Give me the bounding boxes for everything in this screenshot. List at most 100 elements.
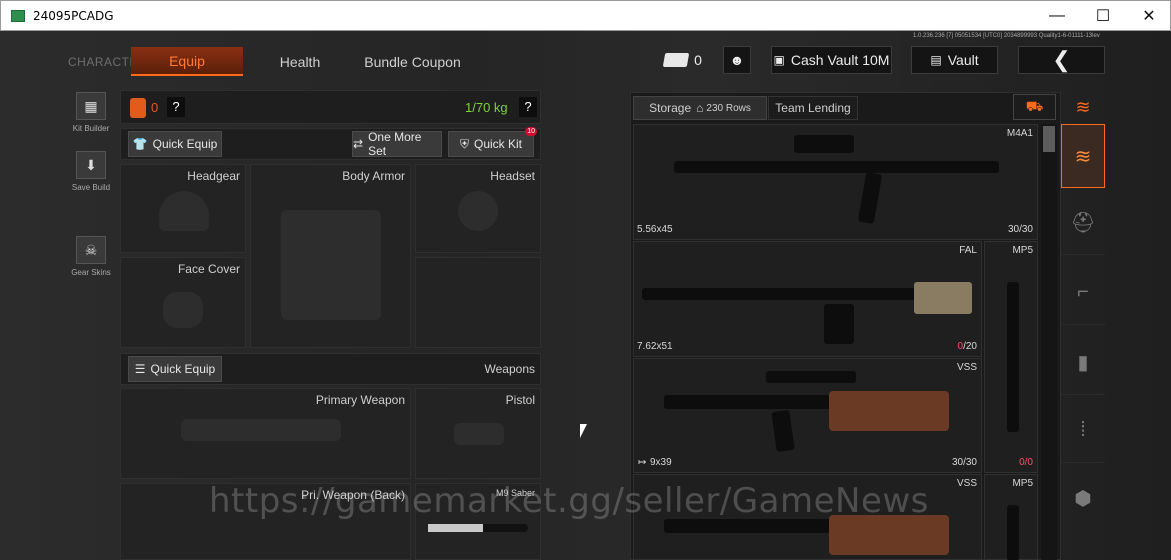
back-button[interactable]: ❮ xyxy=(1018,46,1105,74)
fal-stock-image xyxy=(914,282,972,314)
quick-equip-button[interactable]: 👕 Quick Equip xyxy=(128,131,222,157)
weapons-label: Weapons xyxy=(484,362,535,376)
storage-label: Storage xyxy=(649,101,692,115)
gas-mask-icon xyxy=(163,292,203,328)
category-ammo[interactable]: ⁞ xyxy=(1061,399,1105,463)
item-name: MP5 xyxy=(1012,478,1033,489)
equip-header: 0 ? 1/70 kg ? xyxy=(120,90,541,124)
team-lending-label: Team Lending xyxy=(775,101,851,115)
weapons-quick-equip-label: Quick Equip xyxy=(150,362,216,376)
pistol-label: Pistol xyxy=(505,393,535,407)
one-more-set-label: One More Set xyxy=(368,130,422,158)
tab-team-lending[interactable]: Team Lending xyxy=(768,96,858,120)
headset-icon xyxy=(458,191,498,231)
category-weapons[interactable]: ⌐ xyxy=(1061,261,1105,325)
category-attachments[interactable]: ⬢ xyxy=(1061,466,1105,530)
primary-weapon-slot[interactable]: Primary Weapon xyxy=(120,388,411,479)
storage-rows: 230 Rows xyxy=(706,102,751,114)
vss-scope-image xyxy=(766,371,856,383)
body-armor-slot[interactable]: Body Armor xyxy=(250,164,411,348)
sort-cart-icon: ⛟ xyxy=(1025,97,1044,114)
game-screen: 1.0.236.236 [7] 05051534 [UTC0] 20348999… xyxy=(0,31,1171,560)
body-armor-label: Body Armor xyxy=(342,169,405,183)
scrollbar-thumb[interactable] xyxy=(1043,126,1055,152)
primary-weapon-label: Primary Weapon xyxy=(315,393,405,407)
cash-vault-label: Cash Vault 10M xyxy=(790,52,890,68)
category-gear[interactable]: ⛑ xyxy=(1061,191,1105,255)
weapons-quick-equip-button[interactable]: ☰ Quick Equip xyxy=(128,356,222,382)
save-build-button[interactable]: ⬇ Save Build xyxy=(68,151,114,192)
category-all[interactable]: ≋ xyxy=(1061,124,1105,188)
ticket-icon xyxy=(662,53,690,67)
help-button[interactable]: ? xyxy=(167,97,185,117)
cash-vault-icon: ▣ xyxy=(773,53,785,67)
ammo-type-icon: ↦ xyxy=(638,457,647,468)
tab-storage[interactable]: Storage ⌂ 230 Rows xyxy=(633,96,767,120)
empty-gear-slot[interactable] xyxy=(415,257,541,348)
window-title: 24095PCADG xyxy=(33,8,114,23)
face-cover-slot[interactable]: Face Cover xyxy=(120,257,246,348)
item-name: VSS xyxy=(956,362,977,373)
headset-slot[interactable]: Headset xyxy=(415,164,541,253)
pistol-slot[interactable]: Pistol xyxy=(415,388,541,479)
weight-help-button[interactable]: ? xyxy=(519,97,537,117)
sort-button[interactable]: ⛟ xyxy=(1013,94,1056,120)
operator-button[interactable]: ☻ xyxy=(723,46,751,74)
close-button[interactable]: ✕ xyxy=(1126,1,1171,31)
item-name: M4A1 xyxy=(1006,128,1033,139)
kit-builder-button[interactable]: ▦ Kit Builder xyxy=(68,92,114,133)
item-count: 0/20 xyxy=(958,341,977,352)
layers-icon: ≋ xyxy=(1074,145,1092,168)
item-name: MP5 xyxy=(1012,245,1033,256)
m4a1-sight-image xyxy=(794,135,854,153)
minimize-button[interactable]: — xyxy=(1034,1,1080,31)
app-icon xyxy=(11,9,25,22)
vault-button[interactable]: ▤ Vault xyxy=(911,46,998,74)
category-magazines[interactable]: ▮ xyxy=(1061,331,1105,395)
item-count-max: /0 xyxy=(1024,457,1033,468)
category-header-button[interactable]: ≋ xyxy=(1061,92,1105,122)
rifle-silhouette-icon xyxy=(181,419,341,441)
quick-kit-label: Quick Kit xyxy=(474,137,523,151)
watermark-text: https://gamemarket.gg/seller/GameNews xyxy=(209,481,929,521)
tab-bundle-coupon[interactable]: Bundle Coupon xyxy=(360,47,465,76)
window-titlebar: 24095PCADG — ☐ ✕ xyxy=(0,0,1171,31)
storage-scrollbar[interactable] xyxy=(1041,124,1057,560)
one-more-set-button[interactable]: ⇄ One More Set xyxy=(352,130,442,158)
back-arrow-icon: ❮ xyxy=(1052,47,1071,72)
storage-item-m4a1[interactable]: M4A1 5.56x45 30/30 xyxy=(633,124,1038,240)
shirt-icon: 👕 xyxy=(132,137,148,151)
headgear-slot[interactable]: Headgear xyxy=(120,164,246,253)
helmet-icon: ⛑ xyxy=(1070,212,1096,234)
operator-icon: ☻ xyxy=(729,52,745,68)
knife-icon xyxy=(428,524,528,532)
storage-item-vss[interactable]: VSS 9x39 ↦ 30/30 xyxy=(633,358,982,473)
headgear-label: Headgear xyxy=(187,169,240,183)
m4a1-rifle-image xyxy=(674,161,999,173)
tab-equip[interactable]: Equip xyxy=(131,47,243,76)
vault-label: Vault xyxy=(947,52,979,68)
mp5-image xyxy=(1007,505,1019,560)
tab-health[interactable]: Health xyxy=(255,47,345,76)
cash-vault-button[interactable]: ▣ Cash Vault 10M xyxy=(771,46,892,74)
download-icon: ⬇ xyxy=(76,151,106,179)
save-build-label: Save Build xyxy=(71,183,111,192)
quick-kit-button[interactable]: ⛨ Quick Kit 10 xyxy=(448,127,537,157)
storage-item-fal[interactable]: FAL 7.62x51 0/20 xyxy=(633,241,982,357)
maximize-button[interactable]: ☐ xyxy=(1080,1,1126,31)
item-count: 30/30 xyxy=(1007,224,1033,235)
item-count: 30/30 xyxy=(951,457,977,468)
storage-item-mp5-2[interactable]: MP5 xyxy=(984,474,1038,560)
item-name: VSS xyxy=(956,478,977,489)
headset-label: Headset xyxy=(490,169,535,183)
vss-magazine-image xyxy=(771,409,795,453)
fal-magazine-image xyxy=(824,304,854,344)
magazine-icon: ▮ xyxy=(1077,352,1089,374)
vss-stock-image xyxy=(829,515,949,555)
gear-skins-button[interactable]: ☠ Gear Skins xyxy=(68,236,114,277)
item-ammo: 9x39 xyxy=(650,457,672,468)
vest-icon: ▦ xyxy=(76,92,106,120)
ticket-counter[interactable]: 0 xyxy=(660,46,706,74)
item-ammo: 7.62x51 xyxy=(637,341,673,352)
storage-item-mp5[interactable]: MP5 0/0 xyxy=(984,241,1038,473)
